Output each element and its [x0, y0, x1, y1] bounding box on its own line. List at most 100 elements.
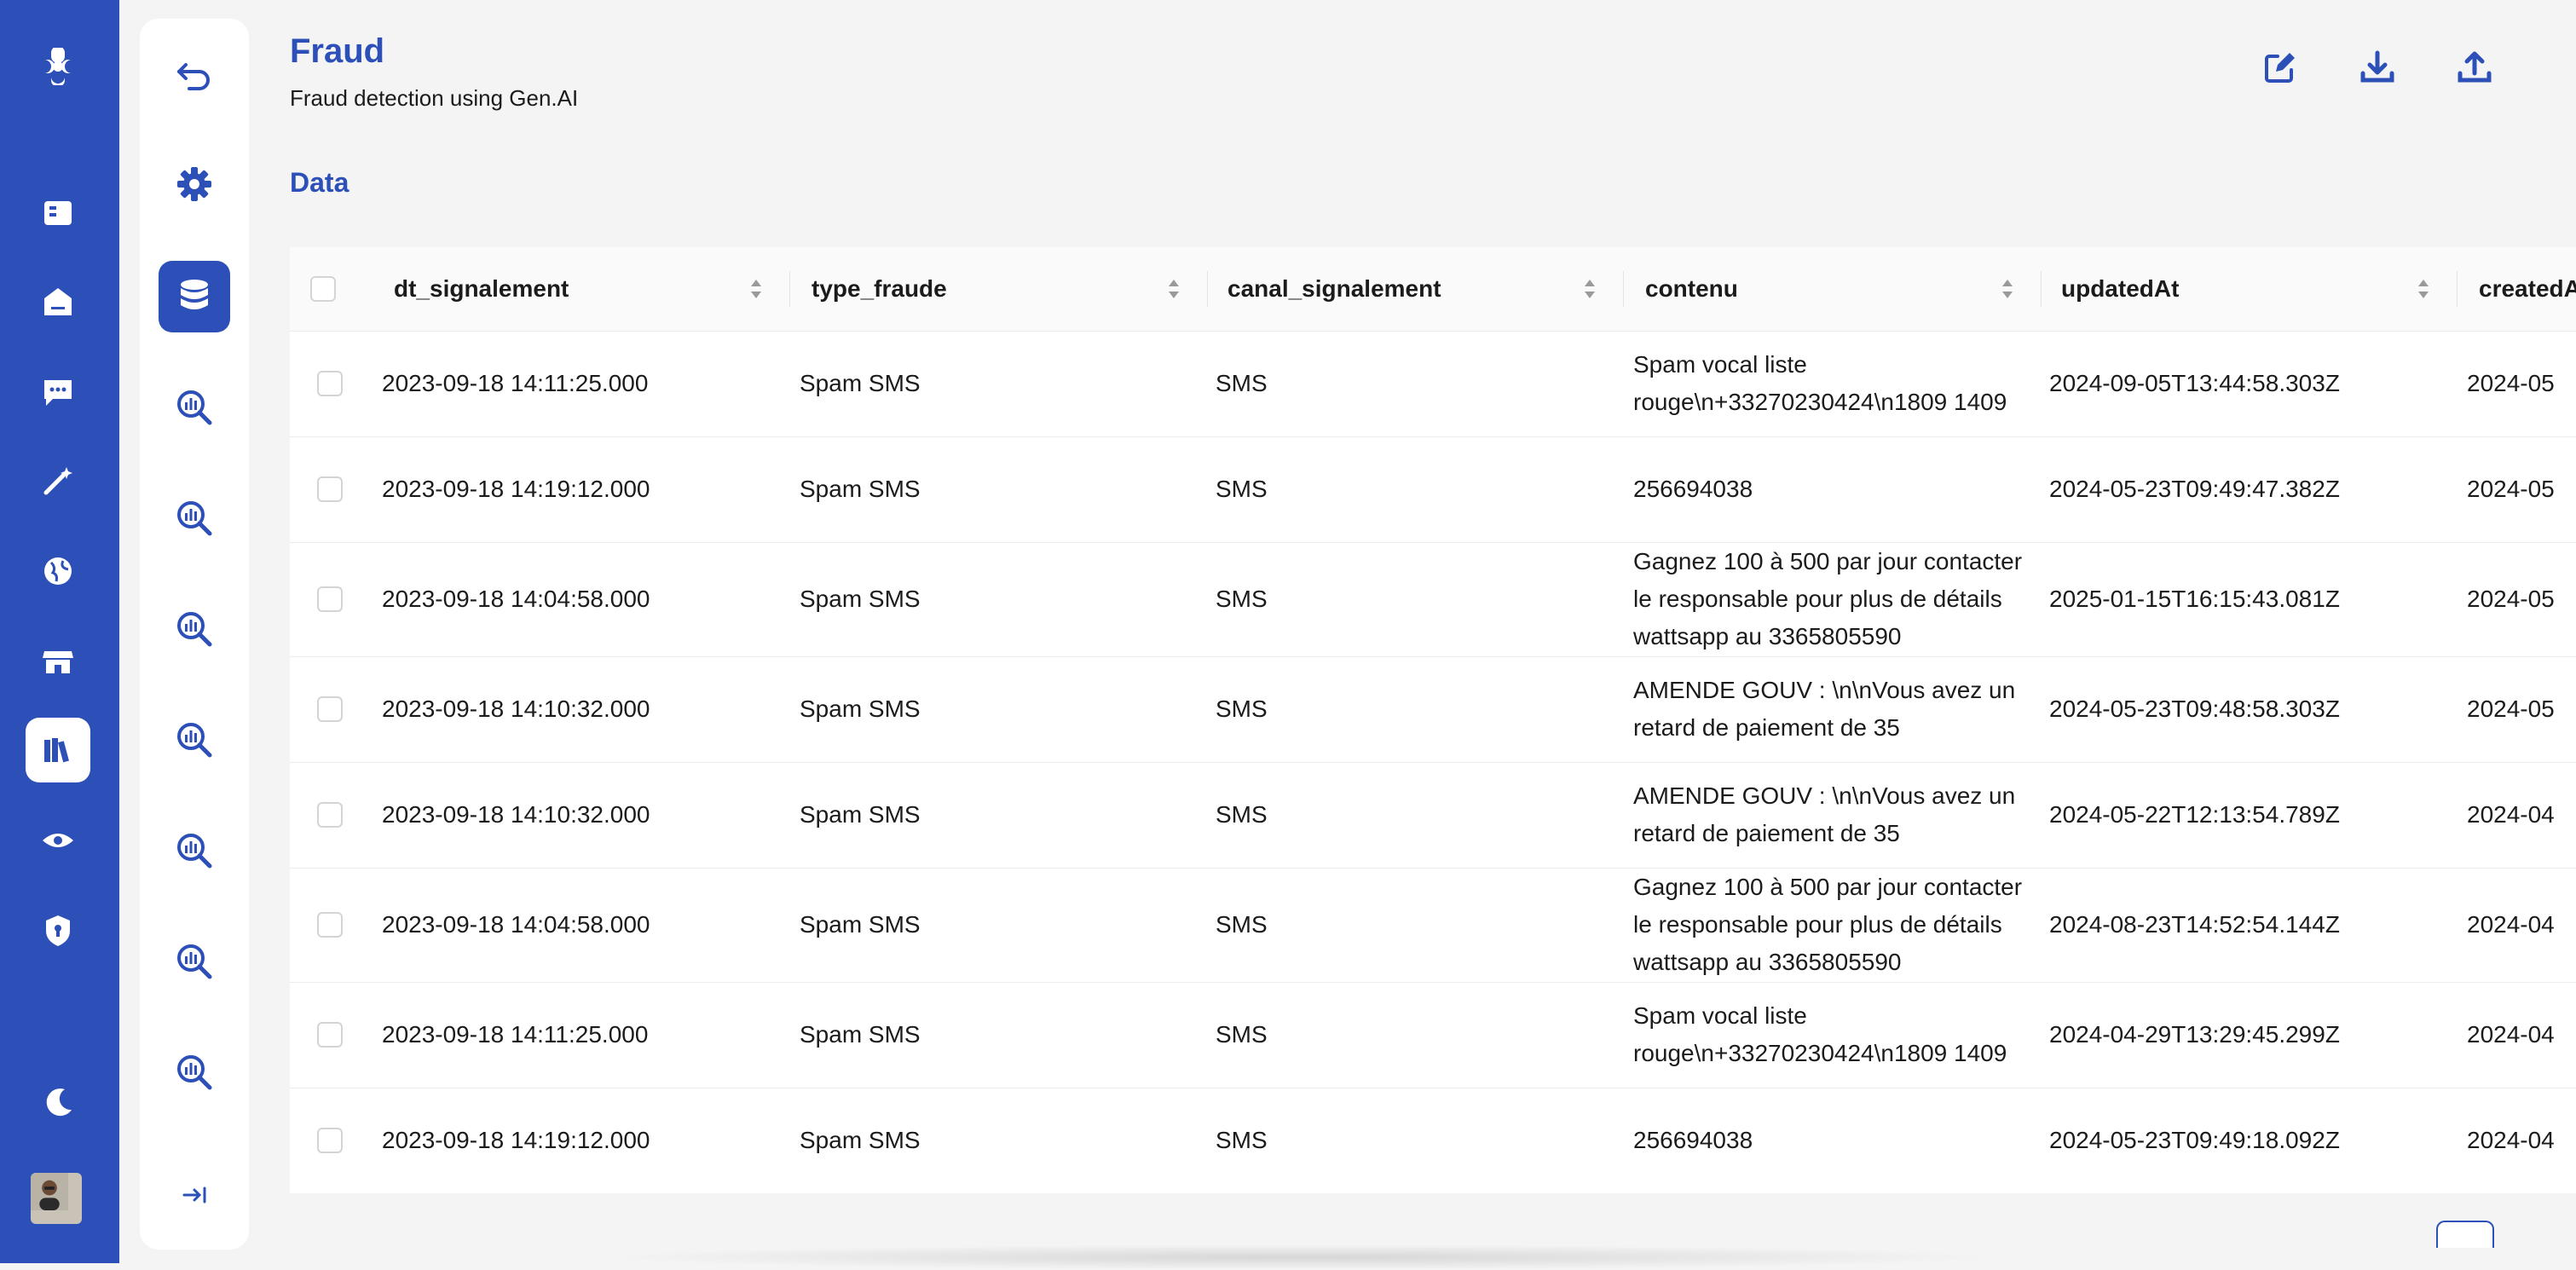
cell-updated-at: 2024-09-05T13:44:58.303Z: [2049, 370, 2340, 396]
table-row[interactable]: 2023-09-18 14:19:12.000 Spam SMS SMS 256…: [290, 1088, 2576, 1193]
table-row[interactable]: 2023-09-18 14:11:25.000 Spam SMS SMS Spa…: [290, 331, 2576, 437]
cell-canal-signalement: SMS: [1216, 696, 1268, 722]
column-header-type-fraude[interactable]: type_fraude: [811, 247, 947, 331]
table-row[interactable]: 2023-09-18 14:04:58.000 Spam SMS SMS Gag…: [290, 868, 2576, 983]
scroll-indicator[interactable]: [2436, 1221, 2494, 1248]
cell-created-at: 2024-04: [2467, 911, 2555, 938]
app-rail: [0, 0, 119, 1263]
analytics-search-icon[interactable]: [159, 704, 230, 776]
row-checkbox[interactable]: [317, 1128, 343, 1153]
cell-canal-signalement: SMS: [1216, 476, 1268, 502]
shield-icon[interactable]: [26, 898, 90, 963]
sort-icon[interactable]: [748, 276, 764, 302]
cell-contenu: 256694038: [1633, 476, 1753, 502]
sort-icon[interactable]: [1582, 276, 1597, 302]
cell-updated-at: 2024-04-29T13:29:45.299Z: [2049, 1021, 2340, 1048]
cell-type-fraude: Spam SMS: [800, 801, 921, 828]
cell-type-fraude: Spam SMS: [800, 370, 921, 396]
table-header: dt_signalement type_fraude canal_signale…: [290, 247, 2576, 332]
cell-dt-signalement: 2023-09-18 14:11:25.000: [382, 1021, 649, 1048]
cell-canal-signalement: SMS: [1216, 801, 1268, 828]
cell-updated-at: 2024-05-23T09:48:58.303Z: [2049, 696, 2340, 722]
row-checkbox[interactable]: [317, 912, 343, 938]
table-row[interactable]: 2023-09-18 14:19:12.000 Spam SMS SMS 256…: [290, 436, 2576, 543]
expand-icon[interactable]: [159, 1159, 230, 1231]
column-header-contenu[interactable]: contenu: [1645, 247, 1738, 331]
edit-icon[interactable]: [2261, 48, 2300, 89]
sort-icon[interactable]: [1166, 276, 1181, 302]
analytics-search-icon[interactable]: [159, 926, 230, 997]
analytics-search-icon[interactable]: [159, 1036, 230, 1108]
cell-canal-signalement: SMS: [1216, 1021, 1268, 1048]
cell-contenu: 256694038: [1633, 1127, 1753, 1153]
analytics-search-icon[interactable]: [159, 593, 230, 665]
home-icon[interactable]: [26, 269, 90, 334]
cell-canal-signalement: SMS: [1216, 586, 1268, 612]
analytics-search-icon[interactable]: [159, 482, 230, 554]
column-header-canal-signalement[interactable]: canal_signalement: [1227, 247, 1441, 331]
cell-created-at: 2024-04: [2467, 1127, 2555, 1153]
data-table: dt_signalement type_fraude canal_signale…: [290, 247, 2576, 1193]
row-checkbox[interactable]: [317, 586, 343, 612]
cell-type-fraude: Spam SMS: [800, 1021, 921, 1048]
globe-icon[interactable]: [26, 539, 90, 603]
cell-dt-signalement: 2023-09-18 14:10:32.000: [382, 801, 650, 828]
table-row[interactable]: 2023-09-18 14:11:25.000 Spam SMS SMS Spa…: [290, 982, 2576, 1088]
cell-dt-signalement: 2023-09-18 14:04:58.000: [382, 911, 650, 938]
table-row[interactable]: 2023-09-18 14:04:58.000 Spam SMS SMS Gag…: [290, 542, 2576, 657]
cell-type-fraude: Spam SMS: [800, 586, 921, 612]
row-checkbox[interactable]: [317, 476, 343, 502]
cell-type-fraude: Spam SMS: [800, 911, 921, 938]
cell-canal-signalement: SMS: [1216, 370, 1268, 396]
analytics-search-icon[interactable]: [159, 815, 230, 886]
logo-icon[interactable]: [26, 34, 90, 99]
column-header-dt-signalement[interactable]: dt_signalement: [394, 247, 569, 331]
section-title: Data: [290, 167, 349, 198]
column-divider: [2041, 271, 2042, 307]
chat-icon[interactable]: [26, 360, 90, 424]
dashboard-icon[interactable]: [26, 181, 90, 245]
moon-icon[interactable]: [26, 1071, 90, 1135]
sort-icon[interactable]: [2000, 276, 2015, 302]
database-icon[interactable]: [159, 261, 230, 332]
page-subtitle: Fraud detection using Gen.AI: [290, 85, 579, 111]
cell-created-at: 2024-05: [2467, 370, 2555, 396]
cell-dt-signalement: 2023-09-18 14:04:58.000: [382, 586, 650, 612]
eye-icon[interactable]: [26, 808, 90, 873]
magic-wand-icon[interactable]: [26, 448, 90, 513]
sort-icon[interactable]: [2416, 276, 2431, 302]
table-row[interactable]: 2023-09-18 14:10:32.000 Spam SMS SMS AME…: [290, 762, 2576, 869]
cell-dt-signalement: 2023-09-18 14:11:25.000: [382, 370, 649, 396]
store-icon[interactable]: [26, 629, 90, 694]
table-row[interactable]: 2023-09-18 14:10:32.000 Spam SMS SMS AME…: [290, 656, 2576, 763]
avatar[interactable]: [31, 1173, 82, 1224]
cell-dt-signalement: 2023-09-18 14:10:32.000: [382, 696, 650, 722]
column-header-updated-at[interactable]: updatedAt: [2061, 247, 2179, 331]
row-checkbox[interactable]: [317, 696, 343, 722]
cell-updated-at: 2024-05-22T12:13:54.789Z: [2049, 801, 2340, 828]
gear-icon[interactable]: [159, 148, 230, 220]
secondary-panel: [140, 19, 249, 1250]
cell-type-fraude: Spam SMS: [800, 476, 921, 502]
page-title: Fraud: [290, 32, 385, 70]
upload-icon[interactable]: [2455, 48, 2494, 89]
cell-type-fraude: Spam SMS: [800, 696, 921, 722]
cell-contenu: Spam vocal liste rouge\n+33270230424\n18…: [1633, 1002, 2007, 1066]
cell-canal-signalement: SMS: [1216, 1127, 1268, 1153]
row-checkbox[interactable]: [317, 802, 343, 828]
analytics-search-icon[interactable]: [159, 372, 230, 443]
cell-canal-signalement: SMS: [1216, 911, 1268, 938]
row-checkbox[interactable]: [317, 1022, 343, 1048]
cell-contenu: Gagnez 100 à 500 par jour contacter le r…: [1633, 874, 2023, 975]
download-icon[interactable]: [2358, 48, 2397, 89]
cell-created-at: 2024-05: [2467, 586, 2555, 612]
undo-icon[interactable]: [159, 39, 230, 111]
select-all-checkbox[interactable]: [310, 276, 336, 302]
cell-dt-signalement: 2023-09-18 14:19:12.000: [382, 1127, 650, 1153]
library-icon[interactable]: [26, 718, 90, 782]
column-divider: [1623, 271, 1624, 307]
cell-updated-at: 2024-05-23T09:49:47.382Z: [2049, 476, 2340, 502]
column-header-created-at[interactable]: createdAt: [2479, 247, 2576, 331]
row-checkbox[interactable]: [317, 371, 343, 396]
cell-updated-at: 2024-08-23T14:52:54.144Z: [2049, 911, 2340, 938]
